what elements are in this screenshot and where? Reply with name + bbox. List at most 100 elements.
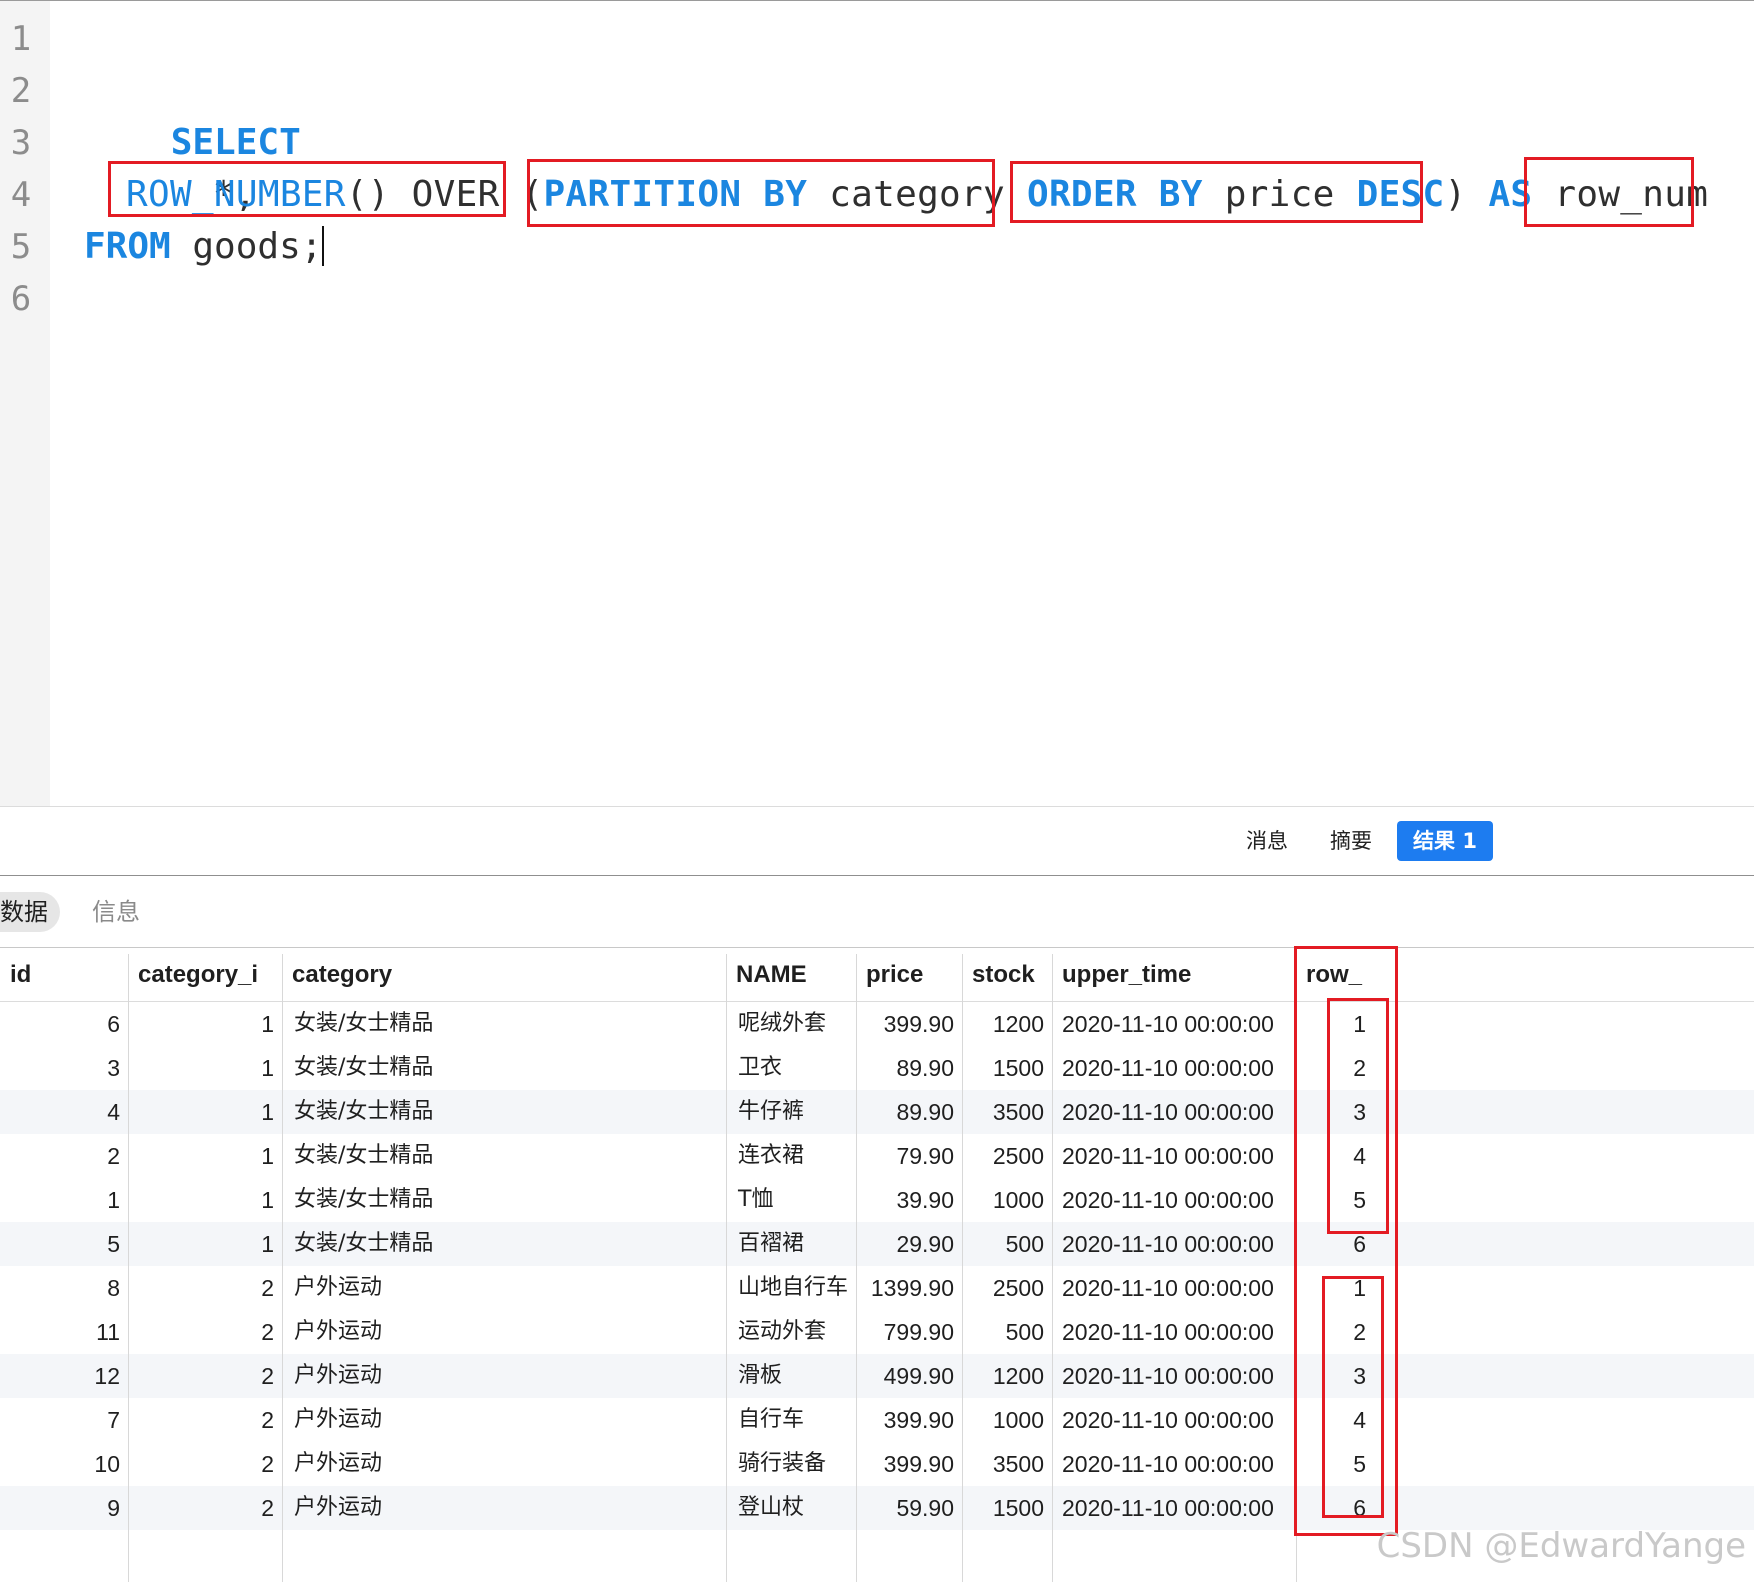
column-divider[interactable]: [1052, 954, 1053, 1582]
tab-result-1[interactable]: 结果 1: [1397, 821, 1493, 861]
table-cell[interactable]: 2500: [962, 1266, 1052, 1310]
table-cell[interactable]: 女装/女士精品: [282, 1046, 726, 1090]
table-cell[interactable]: 2020-11-10 00:00:00: [1052, 1178, 1296, 1222]
table-row[interactable]: 11 2 户外运动 运动外套 799.90 500 2020-11-10 00:00:00 2: [0, 1310, 1754, 1354]
table-cell[interactable]: 1000: [962, 1398, 1052, 1442]
table-cell[interactable]: 9: [0, 1486, 128, 1530]
table-cell[interactable]: T恤: [726, 1178, 856, 1222]
table-cell[interactable]: 7: [0, 1398, 128, 1442]
table-row[interactable]: 9 2 户外运动 登山杖 59.90 1500 2020-11-10 00:00:00 6: [0, 1486, 1754, 1530]
table-cell[interactable]: 29.90: [856, 1222, 962, 1266]
table-row[interactable]: 6 1 女装/女士精品 呢绒外套 399.90 1200 2020-11-10 00:00:…: [0, 1002, 1754, 1046]
table-cell[interactable]: 39.90: [856, 1178, 962, 1222]
table-cell[interactable]: 2: [128, 1398, 282, 1442]
table-cell[interactable]: 2020-11-10 00:00:00: [1052, 1354, 1296, 1398]
table-cell[interactable]: 499.90: [856, 1354, 962, 1398]
table-cell[interactable]: 2020-11-10 00:00:00: [1052, 1222, 1296, 1266]
table-cell[interactable]: 2020-11-10 00:00:00: [1052, 1398, 1296, 1442]
table-cell[interactable]: 连衣裙: [726, 1134, 856, 1178]
table-cell[interactable]: 2020-11-10 00:00:00: [1052, 1002, 1296, 1046]
table-cell[interactable]: 5: [0, 1222, 128, 1266]
table-cell[interactable]: 6: [1296, 1486, 1396, 1530]
table-cell[interactable]: 1: [128, 1090, 282, 1134]
tab-data[interactable]: 数据: [0, 892, 60, 932]
tab-message[interactable]: 消息: [1236, 821, 1298, 861]
table-cell[interactable]: 89.90: [856, 1090, 962, 1134]
table-cell[interactable]: 5: [1296, 1442, 1396, 1486]
code-line-4[interactable]: ROW_NUMBER() OVER (PARTITION BY category…: [126, 169, 1708, 221]
table-cell[interactable]: 户外运动: [282, 1442, 726, 1486]
table-cell[interactable]: 8: [0, 1266, 128, 1310]
column-divider[interactable]: [128, 954, 129, 1582]
table-cell[interactable]: 399.90: [856, 1442, 962, 1486]
table-cell[interactable]: 3: [0, 1046, 128, 1090]
table-cell[interactable]: 户外运动: [282, 1310, 726, 1354]
table-cell[interactable]: 79.90: [856, 1134, 962, 1178]
table-cell[interactable]: 2: [1296, 1310, 1396, 1354]
table-cell[interactable]: 399.90: [856, 1398, 962, 1442]
table-cell[interactable]: 1500: [962, 1046, 1052, 1090]
column-divider[interactable]: [856, 954, 857, 1582]
table-cell[interactable]: 1200: [962, 1002, 1052, 1046]
table-cell[interactable]: 4: [0, 1090, 128, 1134]
table-cell[interactable]: 卫衣: [726, 1046, 856, 1090]
table-cell[interactable]: 6: [1296, 1222, 1396, 1266]
table-cell[interactable]: 12: [0, 1354, 128, 1398]
table-cell[interactable]: 1: [128, 1178, 282, 1222]
table-cell[interactable]: 4: [1296, 1134, 1396, 1178]
table-cell[interactable]: 5: [1296, 1178, 1396, 1222]
column-divider[interactable]: [726, 954, 727, 1582]
table-cell[interactable]: 11: [0, 1310, 128, 1354]
table-cell[interactable]: 2020-11-10 00:00:00: [1052, 1046, 1296, 1090]
column-header[interactable]: NAME: [726, 948, 856, 1002]
table-cell[interactable]: 滑板: [726, 1354, 856, 1398]
tab-info[interactable]: 信息: [92, 892, 140, 932]
table-cell[interactable]: 1: [128, 1134, 282, 1178]
table-cell[interactable]: 1: [128, 1002, 282, 1046]
table-cell[interactable]: 1: [0, 1178, 128, 1222]
table-cell[interactable]: 牛仔裤: [726, 1090, 856, 1134]
table-cell[interactable]: 女装/女士精品: [282, 1002, 726, 1046]
table-row[interactable]: 2 1 女装/女士精品 连衣裙 79.90 2500 2020-11-10 00:00:00…: [0, 1134, 1754, 1178]
table-cell[interactable]: 500: [962, 1222, 1052, 1266]
table-cell[interactable]: 2020-11-10 00:00:00: [1052, 1266, 1296, 1310]
column-header[interactable]: id: [0, 948, 128, 1002]
table-row[interactable]: 12 2 户外运动 滑板 499.90 1200 2020-11-10 00:00:00 3: [0, 1354, 1754, 1398]
table-cell[interactable]: 登山杖: [726, 1486, 856, 1530]
table-cell[interactable]: 百褶裙: [726, 1222, 856, 1266]
table-cell[interactable]: 2: [128, 1266, 282, 1310]
column-divider[interactable]: [282, 954, 283, 1582]
table-cell[interactable]: 2020-11-10 00:00:00: [1052, 1442, 1296, 1486]
table-cell[interactable]: 骑行装备: [726, 1442, 856, 1486]
table-cell[interactable]: 1000: [962, 1178, 1052, 1222]
table-cell[interactable]: 女装/女士精品: [282, 1134, 726, 1178]
table-cell[interactable]: 2: [128, 1310, 282, 1354]
table-cell[interactable]: 6: [0, 1002, 128, 1046]
column-divider[interactable]: [962, 954, 963, 1582]
table-row[interactable]: 5 1 女装/女士精品 百褶裙 29.90 500 2020-11-10 00:00:00 6: [0, 1222, 1754, 1266]
table-cell[interactable]: 2020-11-10 00:00:00: [1052, 1134, 1296, 1178]
tab-summary[interactable]: 摘要: [1320, 821, 1382, 861]
column-header[interactable]: row_: [1296, 948, 1396, 1002]
table-cell[interactable]: 女装/女士精品: [282, 1090, 726, 1134]
table-row[interactable]: 8 2 户外运动 山地自行车 1399.90 2500 2020-11-10 00:00:0…: [0, 1266, 1754, 1310]
table-cell[interactable]: 10: [0, 1442, 128, 1486]
table-cell[interactable]: 1: [1296, 1266, 1396, 1310]
column-divider[interactable]: [1296, 954, 1297, 1582]
table-cell[interactable]: 自行车: [726, 1398, 856, 1442]
table-cell[interactable]: 2: [1296, 1046, 1396, 1090]
table-cell[interactable]: 2: [128, 1442, 282, 1486]
table-cell[interactable]: 女装/女士精品: [282, 1222, 726, 1266]
table-cell[interactable]: 户外运动: [282, 1266, 726, 1310]
table-cell[interactable]: 399.90: [856, 1002, 962, 1046]
result-grid[interactable]: id category_i category NAME price stock upper_…: [0, 946, 1754, 1582]
table-cell[interactable]: 1: [128, 1222, 282, 1266]
table-cell[interactable]: 2020-11-10 00:00:00: [1052, 1310, 1296, 1354]
column-header[interactable]: price: [856, 948, 962, 1002]
table-cell[interactable]: 2: [128, 1354, 282, 1398]
column-header[interactable]: upper_time: [1052, 948, 1296, 1002]
table-row[interactable]: 4 1 女装/女士精品 牛仔裤 89.90 3500 2020-11-10 00:00:00…: [0, 1090, 1754, 1134]
column-header[interactable]: category_i: [128, 948, 282, 1002]
table-cell[interactable]: 1: [1296, 1002, 1396, 1046]
code-line-5[interactable]: FROM goods;: [84, 221, 325, 273]
